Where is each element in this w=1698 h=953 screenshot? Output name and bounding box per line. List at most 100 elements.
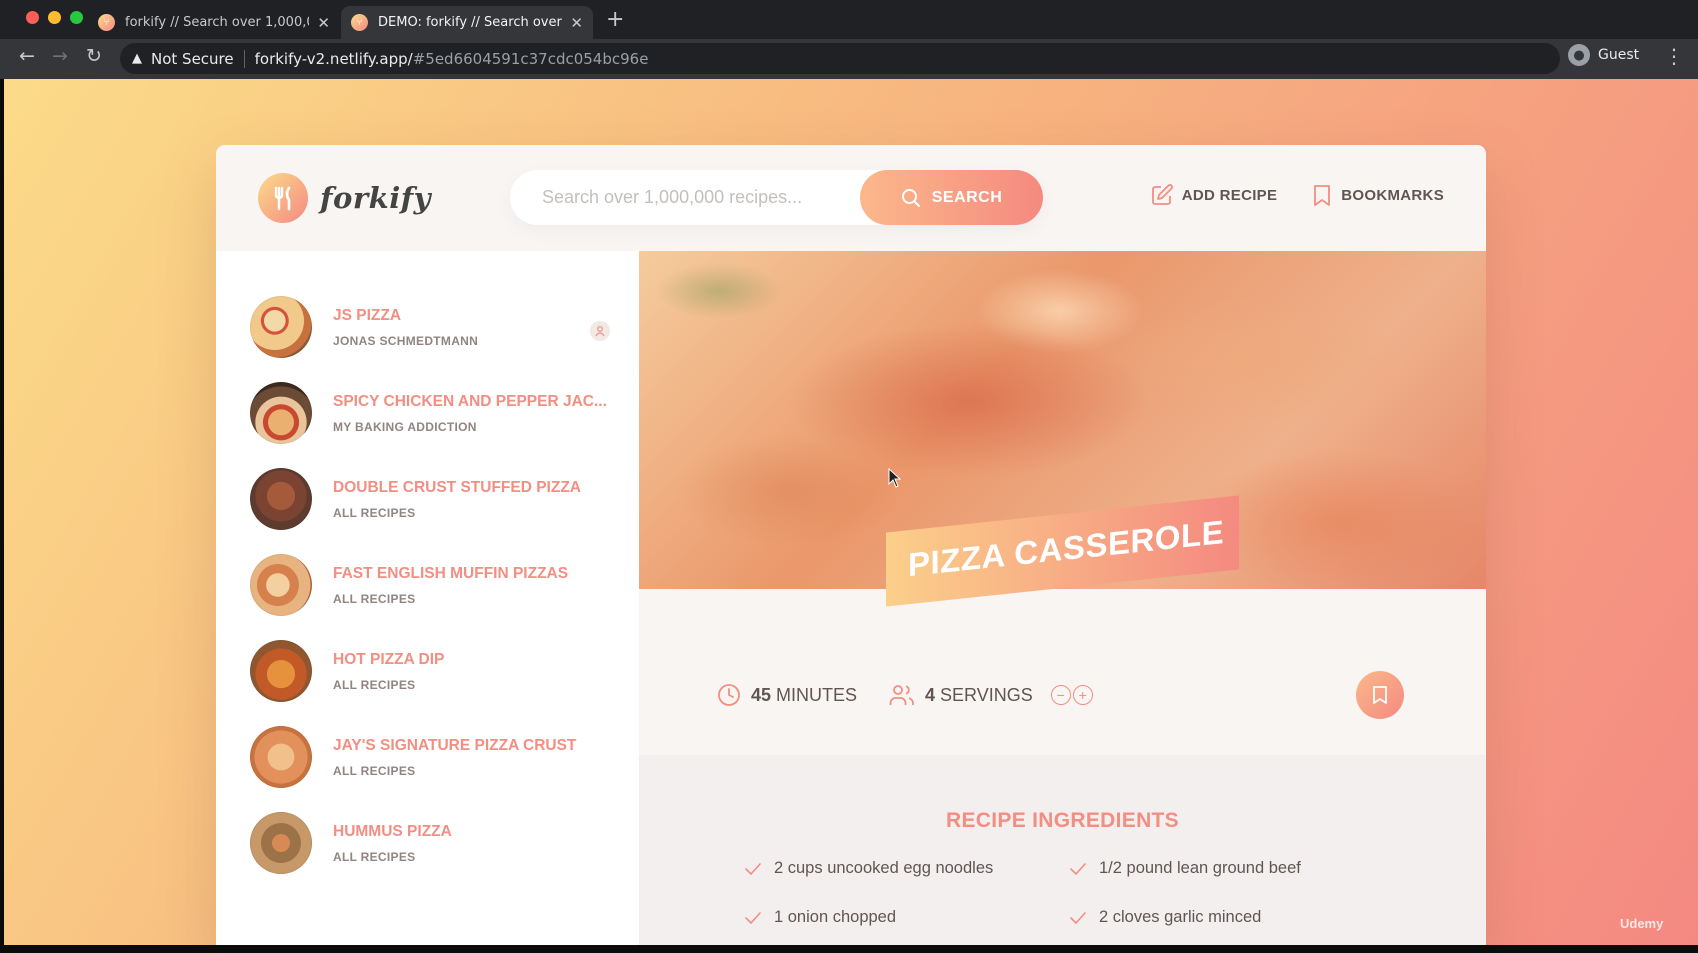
reload-icon[interactable]: ↻ [80, 45, 108, 67]
ingredient-text: 1/2 pound lean ground beef [1099, 859, 1301, 877]
search-input[interactable] [542, 187, 862, 208]
ingredient-text: 2 cloves garlic minced [1099, 908, 1262, 926]
bookmarks-button[interactable]: BOOKMARKS [1311, 183, 1444, 207]
search-button-label: SEARCH [931, 188, 1003, 206]
cooking-time: 45 MINUTES [717, 683, 857, 707]
add-recipe-button[interactable]: ADD RECIPE [1150, 183, 1278, 207]
increase-servings-plus-icon[interactable]: + [1072, 685, 1093, 705]
profile-name: Guest [1598, 47, 1640, 63]
edit-icon [1151, 184, 1173, 205]
minimize-window-button[interactable] [48, 11, 61, 24]
close-window-button[interactable] [26, 11, 39, 24]
result-title: HOT PIZZA DIP [333, 650, 445, 668]
check-icon [745, 911, 761, 924]
logo-text: forkify [320, 181, 432, 215]
servings: 4 SERVINGS − + [889, 683, 1093, 707]
recipe-ingredients: RECIPE INGREDIENTS 2 cups uncooked egg n… [639, 755, 1486, 945]
url-hash: #5ed6604591c37cdc054bc96e [412, 49, 649, 68]
tab-close-icon[interactable]: ✕ [570, 14, 583, 32]
result-publisher: ALL RECIPES [333, 763, 416, 778]
forkify-favicon-icon: ⑂ [98, 14, 115, 31]
person-icon: ● [1568, 44, 1590, 66]
bookmarks-label: BOOKMARKS [1341, 186, 1444, 204]
security-label: Not Secure [151, 49, 234, 68]
divider [243, 49, 245, 68]
ingredient-item: 2 cups uncooked egg noodles [744, 859, 993, 878]
more-menu-icon[interactable]: ⋮ [1664, 44, 1684, 68]
result-item[interactable]: HOT PIZZA DIP ALL RECIPES [250, 635, 610, 707]
recipe-details: 45 MINUTES 4 SERVINGS − + [639, 589, 1486, 755]
maximize-window-button[interactable] [70, 11, 83, 24]
servings-unit: SERVINGS [940, 684, 1033, 705]
ingredient-item: 1 onion chopped [744, 908, 896, 927]
recipe-thumbnail [250, 812, 312, 874]
page-background: forkify SEARCH ADD RECIPE BOOKMARKS [4, 79, 1698, 945]
bookmark-icon [1373, 686, 1387, 704]
tab-title: DEMO: forkify // Search over 1, [378, 15, 563, 30]
result-publisher: ALL RECIPES [333, 591, 416, 606]
browser-tab-2[interactable]: ⑂ DEMO: forkify // Search over 1, ✕ [341, 6, 593, 39]
search-results: JS PIZZA JONAS SCHMEDTMANN SPICY CHICKEN… [216, 251, 639, 945]
servings-controls: − + [1050, 685, 1093, 705]
bookmark-recipe-button[interactable] [1356, 671, 1404, 719]
result-item[interactable]: FAST ENGLISH MUFFIN PIZZAS ALL RECIPES [250, 549, 610, 621]
new-tab-plus-icon[interactable]: + [606, 7, 624, 32]
recipe-thumbnail [250, 382, 312, 444]
recipe-thumbnail [250, 468, 312, 530]
result-item[interactable]: SPICY CHICKEN AND PEPPER JAC... MY BAKIN… [250, 377, 610, 449]
result-item[interactable]: JS PIZZA JONAS SCHMEDTMANN [250, 291, 610, 363]
ingredient-text: 1 onion chopped [774, 908, 897, 926]
app-header: forkify SEARCH ADD RECIPE BOOKMARKS [216, 145, 1486, 251]
result-publisher: JONAS SCHMEDTMANN [333, 333, 479, 348]
result-title: SPICY CHICKEN AND PEPPER JAC... [333, 392, 607, 410]
mouse-pointer-icon [888, 468, 902, 488]
forward-arrow-icon[interactable]: → [46, 45, 74, 67]
fork-knife-icon [258, 173, 308, 223]
result-item[interactable]: DOUBLE CRUST STUFFED PIZZA ALL RECIPES [250, 463, 610, 535]
result-publisher: ALL RECIPES [333, 677, 416, 692]
udemy-watermark: Udemy [1620, 916, 1664, 931]
warning-triangle-icon: ▲ [132, 51, 142, 66]
bookmark-icon [1314, 185, 1331, 206]
clock-icon [718, 684, 740, 706]
profile-button[interactable]: ● Guest [1568, 44, 1639, 66]
cooking-time-unit: MINUTES [776, 684, 858, 705]
ingredient-text: 2 cups uncooked egg noodles [774, 859, 994, 877]
result-publisher: ALL RECIPES [333, 505, 416, 520]
url-host: forkify-v2.netlify.app/ [254, 49, 413, 68]
result-title: JAY'S SIGNATURE PIZZA CRUST [333, 736, 577, 754]
back-arrow-icon[interactable]: ← [13, 45, 41, 67]
check-icon [745, 862, 761, 875]
window-controls [26, 11, 83, 24]
result-item[interactable]: JAY'S SIGNATURE PIZZA CRUST ALL RECIPES [250, 721, 610, 793]
result-publisher: MY BAKING ADDICTION [333, 419, 477, 434]
result-publisher: ALL RECIPES [333, 849, 416, 864]
recipe-thumbnail [250, 296, 312, 358]
app-container: forkify SEARCH ADD RECIPE BOOKMARKS [216, 145, 1486, 945]
forkify-favicon-icon: ⑂ [351, 14, 368, 31]
cooking-time-value: 45 [751, 684, 772, 705]
check-icon [1070, 862, 1086, 875]
ingredient-item: 1/2 pound lean ground beef [1069, 859, 1301, 878]
tab-title: forkify // Search over 1,000,000 [125, 15, 309, 30]
result-title: FAST ENGLISH MUFFIN PIZZAS [333, 564, 569, 582]
add-recipe-label: ADD RECIPE [1181, 186, 1278, 204]
browser-tab-1[interactable]: ⑂ forkify // Search over 1,000,000 ✕ [88, 6, 340, 39]
result-title: JS PIZZA [333, 306, 402, 324]
search-button[interactable]: SEARCH [860, 170, 1043, 225]
search-form: SEARCH [510, 170, 1043, 225]
ingredient-item: 2 cloves garlic minced [1069, 908, 1261, 927]
address-bar[interactable]: ▲ Not Secure forkify-v2.netlify.app/#5ed… [120, 43, 1560, 74]
recipe-title-text: PIZZA CASSEROLE [908, 513, 1225, 584]
header-nav: ADD RECIPE BOOKMARKS [1150, 183, 1444, 207]
tab-close-icon[interactable]: ✕ [317, 14, 330, 32]
search-icon [901, 188, 920, 207]
users-icon [889, 685, 914, 705]
logo[interactable]: forkify [258, 173, 431, 223]
decrease-servings-minus-icon[interactable]: − [1050, 685, 1071, 705]
user-generated-icon [590, 321, 610, 341]
result-item[interactable]: HUMMUS PIZZA ALL RECIPES [250, 807, 610, 879]
ingredients-heading: RECIPE INGREDIENTS [946, 809, 1179, 832]
recipe-thumbnail [250, 554, 312, 616]
check-icon [1070, 911, 1086, 924]
